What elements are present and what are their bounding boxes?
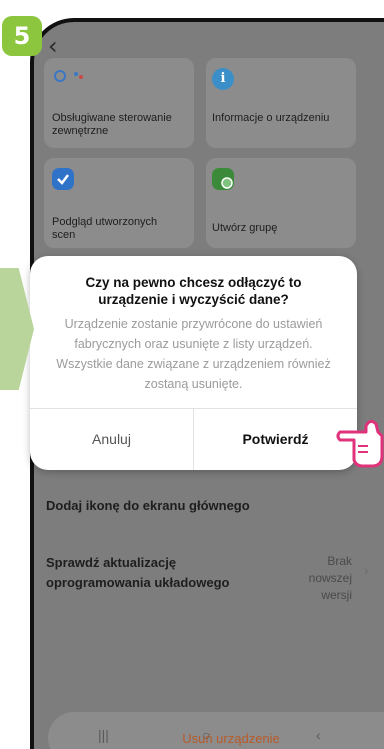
card-label: Podgląd utworzonych scen bbox=[52, 216, 158, 241]
firmware-update-label: Sprawdź aktualizację oprogramowania ukła… bbox=[46, 555, 230, 590]
nav-bar-recents-icon[interactable]: ||| bbox=[98, 727, 109, 743]
check-scene-icon bbox=[52, 168, 74, 190]
card-scenes-preview[interactable]: Podgląd utworzonych scen bbox=[44, 158, 194, 248]
firmware-update-row[interactable]: Sprawdź aktualizację oprogramowania ukła… bbox=[46, 553, 384, 613]
dialog-message: Urządzenie zostanie przywrócone do ustaw… bbox=[56, 317, 331, 391]
dialog-title: Czy na pewno chcesz odłączyć to urządzen… bbox=[85, 275, 302, 307]
confirm-button[interactable]: Potwierdź bbox=[194, 408, 357, 470]
card-label: Utwórz grupę bbox=[212, 222, 278, 234]
chevron-right-icon: › bbox=[364, 563, 369, 578]
card-external-control[interactable]: Obsługiwane sterowanie zewnętrzne bbox=[44, 58, 194, 148]
add-home-icon-row[interactable]: Dodaj ikonę do ekranu głównego bbox=[46, 498, 384, 513]
card-label: Informacje o urządzeniu bbox=[212, 112, 330, 124]
voice-assistant-icon bbox=[54, 70, 83, 82]
create-group-icon bbox=[212, 168, 234, 190]
pointing-hand-icon bbox=[336, 419, 384, 468]
arrow-right-icon bbox=[0, 268, 34, 390]
nav-bar-home-icon[interactable]: ○ bbox=[202, 727, 210, 743]
card-label: Obsługiwane sterowanie zewnętrzne bbox=[52, 112, 172, 137]
step-number-badge: 5 bbox=[2, 16, 42, 56]
add-home-icon-label: Dodaj ikonę do ekranu głównego bbox=[46, 498, 250, 513]
back-button[interactable]: ‹ bbox=[48, 32, 58, 60]
cancel-button[interactable]: Anuluj bbox=[30, 408, 193, 470]
info-icon: i bbox=[212, 68, 234, 90]
card-device-info[interactable]: i Informacje o urządzeniu bbox=[206, 58, 356, 148]
confirm-dialog: Czy na pewno chcesz odłączyć to urządzen… bbox=[30, 256, 357, 470]
card-create-group[interactable]: Utwórz grupę bbox=[206, 158, 356, 248]
nav-bar-back-icon[interactable]: ‹ bbox=[316, 727, 321, 743]
firmware-status-value: Brak nowszej wersji bbox=[308, 554, 352, 602]
